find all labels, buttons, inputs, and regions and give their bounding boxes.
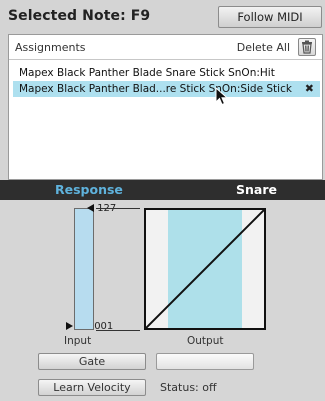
learn-velocity-button[interactable]: Learn Velocity (38, 379, 146, 396)
remove-assignment-icon[interactable]: ✖ (305, 81, 314, 97)
follow-midi-button[interactable]: Follow MIDI (218, 6, 322, 28)
gate-value-field[interactable] (156, 353, 254, 370)
response-panel: 127 001 Input Output Gate Learn Velocity… (0, 200, 325, 401)
learn-status-text: Status: off (160, 381, 217, 394)
assignments-label: Assignments (15, 41, 86, 54)
input-range-slider[interactable] (74, 208, 94, 330)
input-axis-label: Input (64, 335, 92, 347)
output-axis-label: Output (187, 335, 224, 347)
selected-note-title: Selected Note: F9 (8, 8, 151, 24)
assignment-row-label: Mapex Black Panther Blade Snare Stick Sn… (19, 67, 275, 79)
gate-button[interactable]: Gate (38, 353, 146, 370)
note-settings-panel: Selected Note: F9 Follow MIDI Assignment… (0, 0, 325, 180)
section-header-bar: Response Snare (0, 180, 325, 200)
delete-all-button[interactable]: Delete All (237, 41, 290, 54)
assignments-list-panel: Assignments Delete All Mapex Black Panth… (8, 34, 323, 180)
min-range-tick (96, 330, 140, 331)
assignments-header: Assignments Delete All (9, 35, 322, 59)
response-section-label: Response (55, 182, 123, 197)
velocity-response-graph[interactable] (144, 208, 266, 330)
trash-icon[interactable] (298, 38, 316, 56)
assignments-divider (9, 59, 322, 60)
max-range-tick (96, 208, 140, 209)
instrument-label: Snare (236, 182, 277, 197)
assignment-row-label: Mapex Black Panther Blad...re Stick SnOn… (19, 83, 292, 95)
assignment-row-selected[interactable]: Mapex Black Panther Blad...re Stick SnOn… (13, 81, 320, 97)
assignment-row[interactable]: Mapex Black Panther Blade Snare Stick Sn… (13, 65, 320, 81)
